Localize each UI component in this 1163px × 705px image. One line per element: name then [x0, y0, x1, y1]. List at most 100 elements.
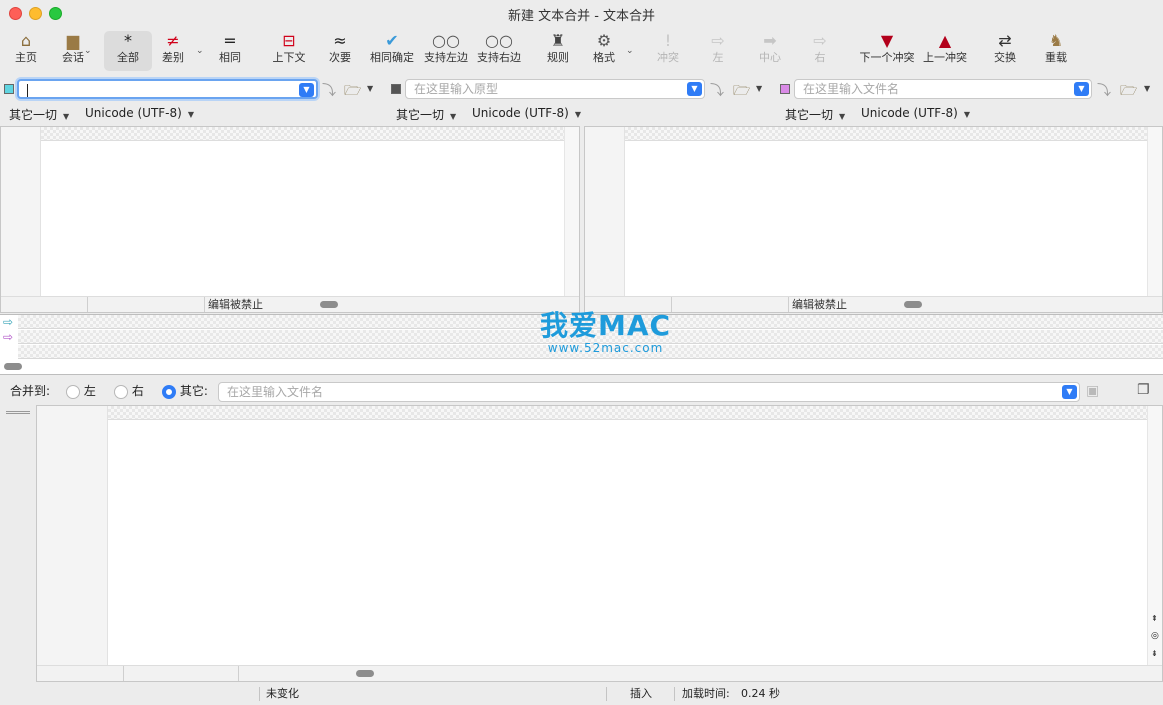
left-charset-select[interactable]: Unicode (UTF-8) ▼ — [85, 106, 194, 120]
toolbar-label: 格式 — [593, 51, 615, 64]
scroll-up-icon[interactable]: ⇞ — [1151, 614, 1158, 623]
right-line-ending-select[interactable]: 其它一切 ▼ — [785, 106, 845, 123]
toolbar-button-align-right[interactable]: ○○ 支持右边 — [475, 31, 523, 71]
horizontal-scroll-thumb[interactable] — [4, 363, 22, 370]
base-line-ending-select[interactable]: 其它一切 ▼ — [396, 106, 456, 123]
toolbar-button-home[interactable]: ⌂ 主页 — [13, 31, 39, 71]
toolbar-button-asterisk[interactable]: * 全部 — [104, 31, 152, 71]
equal-icon: = — [223, 31, 237, 50]
toolbar-label: 全部 — [117, 51, 139, 64]
base-file-marker — [391, 84, 401, 94]
base-file-input[interactable] — [414, 82, 661, 96]
merge-output-pane[interactable]: ⇞ ◎ ⇟ — [36, 405, 1163, 682]
pane-status-bar — [37, 665, 1162, 681]
base-file-combo[interactable]: ▼ — [405, 79, 705, 99]
toolbar-button-align-left[interactable]: ○○ 支持左边 — [422, 31, 470, 71]
toolbar-button-center-arrow[interactable]: ➡ 中心 — [756, 31, 784, 71]
open-folder-icon[interactable]: 🗁 — [1120, 80, 1137, 104]
merge-output-input[interactable] — [227, 385, 952, 399]
right-file-marker — [780, 84, 790, 94]
toolbar-button-person[interactable]: ♜ 规则 — [544, 31, 572, 71]
left-file-input[interactable] — [27, 83, 273, 97]
pane-status-bar: 编辑被禁止 — [585, 296, 1162, 312]
chevron-down-icon[interactable]: ▼ — [687, 82, 702, 96]
approx-icon: ≈ — [333, 31, 347, 50]
vertical-scrollbar[interactable] — [1147, 127, 1162, 296]
chevron-down-icon: ▼ — [63, 112, 70, 121]
chevron-down-icon[interactable]: ⌄ — [84, 46, 92, 56]
left-line-ending-select[interactable]: 其它一切 ▼ — [9, 106, 69, 123]
toolbar-button-check-equal[interactable]: ✔ 相同确定 — [368, 31, 416, 71]
swap-icon: ⇄ — [998, 31, 1012, 50]
toolbar-button-down-red-arrow[interactable]: ▼ 下一个冲突 — [858, 31, 916, 71]
status-bar: 未变化 插入 加载时间: 0.24 秒 — [0, 683, 1163, 705]
toolbar-button-approx[interactable]: ≈ 次要 — [326, 31, 354, 71]
horizontal-scroll-thumb[interactable] — [904, 301, 922, 308]
toolbar-button-swap[interactable]: ⇄ 交换 — [990, 31, 1020, 71]
toolbar-button-briefcase[interactable]: ▆ 会话 — [60, 31, 86, 71]
asterisk-icon: * — [124, 31, 132, 50]
toolbar-button-exclamation[interactable]: ! 冲突 — [654, 31, 682, 71]
right-file-combo[interactable]: ▼ — [794, 79, 1092, 99]
paste-path-icon[interactable]: ⤵ — [1097, 80, 1111, 100]
base-charset-select[interactable]: Unicode (UTF-8) ▼ — [472, 106, 581, 120]
chevron-down-icon[interactable]: ▼ — [1144, 84, 1150, 93]
toolbar-label: 右 — [814, 51, 826, 64]
horizontal-scroll-thumb[interactable] — [320, 301, 338, 308]
left-arrow-marker-icon: ⇨ — [3, 315, 14, 329]
left-text-pane[interactable]: 编辑被禁止 — [0, 126, 580, 313]
scroll-center-icon[interactable]: ◎ — [1151, 631, 1159, 641]
open-folder-icon[interactable]: 🗁 — [344, 80, 361, 104]
paste-path-icon[interactable]: ⤵ — [322, 80, 336, 100]
toolbar-button-equal[interactable]: = 相同 — [216, 31, 244, 71]
center-arrow-icon: ➡ — [763, 31, 777, 50]
merge-left-radio[interactable]: 左 — [66, 382, 96, 404]
left-file-marker — [4, 84, 14, 94]
toolbar-button-right-arrow[interactable]: ⇨ 右 — [808, 31, 832, 71]
toolbar: ⌂ 主页 ▆ 会话 * 全部 ≠ 差别 = 相同 ⊟ 上下文 ≈ 次要 ✔ 相同确定 ○○ 支持左边 ○○ 支持右边 ♜… — [0, 28, 1163, 74]
toolbar-button-reload[interactable]: ♞ 重载 — [1044, 31, 1068, 71]
up-red-arrow-icon: ▲ — [938, 31, 952, 50]
save-icon[interactable]: ▣ — [1086, 383, 1099, 399]
merge-right-radio[interactable]: 右 — [114, 382, 144, 404]
paste-path-icon[interactable]: ⤵ — [710, 80, 724, 100]
toolbar-label: 会话 — [62, 51, 84, 64]
horizontal-scroll-thumb[interactable] — [356, 670, 374, 677]
merge-other-radio[interactable]: 其它: — [162, 382, 208, 404]
merge-output-combo[interactable]: ▼ — [218, 382, 1080, 402]
toolbar-button-left-arrow[interactable]: ⇨ 左 — [708, 31, 728, 71]
scroll-down-icon[interactable]: ⇟ — [1151, 649, 1158, 658]
chevron-down-icon[interactable]: ▼ — [1074, 82, 1089, 96]
right-arrow-marker-icon: ⇨ — [3, 330, 14, 344]
edit-disabled-label: 编辑被禁止 — [792, 298, 847, 311]
chevron-down-icon[interactable]: ⌄ — [626, 46, 634, 56]
vertical-scrollbar[interactable]: ⇞ ◎ ⇟ — [1147, 406, 1162, 665]
align-left-icon: ○○ — [432, 31, 460, 50]
open-folder-icon[interactable]: 🗁 — [733, 80, 750, 104]
chevron-down-icon[interactable]: ▼ — [367, 84, 373, 93]
toolbar-button-not-equal[interactable]: ≠ 差别 — [160, 31, 186, 71]
chevron-down-icon[interactable]: ▼ — [1062, 385, 1077, 399]
toolbar-button-context[interactable]: ⊟ 上下文 — [270, 31, 308, 71]
line-number-gutter — [37, 406, 108, 665]
toolbar-button-format-gear[interactable]: ⚙ 格式 — [590, 31, 618, 71]
chevron-down-icon[interactable]: ▼ — [756, 84, 762, 93]
toolbar-label: 中心 — [759, 51, 781, 64]
chevron-down-icon[interactable]: ⌄ — [196, 46, 204, 56]
right-charset-select[interactable]: Unicode (UTF-8) ▼ — [861, 106, 970, 120]
left-file-combo[interactable]: ▼ — [17, 79, 318, 99]
right-file-input[interactable] — [803, 82, 1048, 96]
toolbar-label: 规则 — [547, 51, 569, 64]
pane-status-bar: 编辑被禁止 — [1, 296, 579, 312]
person-icon: ♜ — [550, 31, 566, 50]
toolbar-label: 交换 — [994, 51, 1016, 64]
splitter-handle-icon[interactable] — [6, 411, 30, 414]
toolbar-label: 差别 — [162, 51, 184, 64]
right-text-pane[interactable]: 编辑被禁止 — [584, 126, 1163, 313]
toolbar-label: 上下文 — [272, 51, 306, 64]
toolbar-button-up-red-arrow[interactable]: ▲ 上一冲突 — [921, 31, 969, 71]
toolbar-label: 下一个冲突 — [859, 51, 915, 64]
vertical-scrollbar[interactable] — [564, 127, 579, 296]
window-layout-icon[interactable]: ❐ — [1137, 382, 1150, 398]
chevron-down-icon[interactable]: ▼ — [299, 83, 314, 97]
